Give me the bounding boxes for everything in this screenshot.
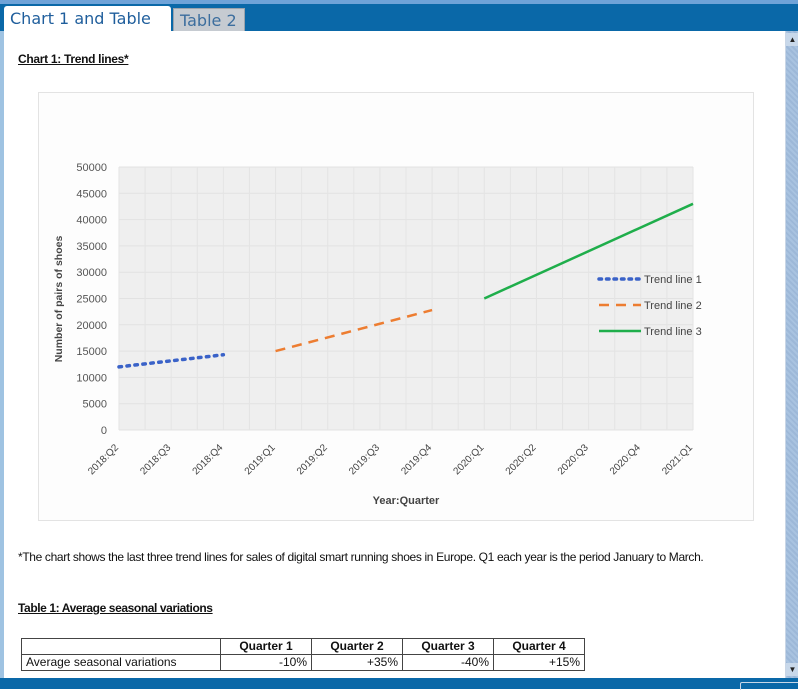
- legend-label-1: Trend line 1: [644, 274, 702, 286]
- x-tick-label: 2020:Q4: [608, 442, 643, 477]
- header-cell-quarter-2: Quarter 2: [311, 638, 403, 655]
- table-row: Average seasonal variations -10% +35% -4…: [21, 654, 585, 671]
- y-tick-label: 0: [101, 425, 107, 437]
- y-tick-label: 45000: [76, 188, 107, 200]
- y-tick-label: 25000: [76, 294, 107, 306]
- legend-label-3: Trend line 3: [644, 326, 702, 338]
- cell-quarter-1: -10%: [220, 654, 312, 671]
- y-tick-label: 30000: [76, 267, 107, 279]
- x-tick-label: 2020:Q2: [504, 442, 539, 477]
- header-cell-quarter-3: Quarter 3: [402, 638, 494, 655]
- cell-quarter-3: -40%: [402, 654, 494, 671]
- x-tick-label: 2019:Q4: [399, 442, 434, 477]
- x-tick-label: 2018:Q4: [191, 442, 226, 477]
- y-tick-label: 10000: [76, 372, 107, 384]
- y-tick-label: 35000: [76, 241, 107, 253]
- legend-label-2: Trend line 2: [644, 300, 702, 312]
- scroll-down-icon[interactable]: ▼: [786, 663, 798, 676]
- scroll-up-icon[interactable]: ▲: [786, 33, 798, 46]
- x-tick-label: 2019:Q1: [243, 442, 278, 477]
- x-tick-label: 2021:Q1: [660, 442, 695, 477]
- x-tick-label: 2019:Q3: [347, 442, 382, 477]
- table-header-row: Quarter 1 Quarter 2 Quarter 3 Quarter 4: [21, 638, 585, 655]
- x-tick-label: 2020:Q3: [556, 442, 591, 477]
- y-tick-label: 15000: [76, 346, 107, 358]
- bottom-bar: [0, 678, 798, 689]
- cell-quarter-2: +35%: [311, 654, 403, 671]
- y-axis-label: Number of pairs of shoes: [53, 236, 65, 363]
- y-tick-label: 40000: [76, 215, 107, 227]
- x-tick-label: 2019:Q2: [295, 442, 330, 477]
- x-tick-label: 2018:Q2: [86, 442, 121, 477]
- row-label: Average seasonal variations: [21, 654, 221, 671]
- y-tick-label: 20000: [76, 320, 107, 332]
- seasonal-variations-table: Quarter 1 Quarter 2 Quarter 3 Quarter 4 …: [21, 638, 585, 671]
- header-cell-quarter-4: Quarter 4: [493, 638, 585, 655]
- vertical-scrollbar[interactable]: ▲ ▼: [785, 31, 798, 678]
- y-tick-label: 5000: [83, 399, 107, 411]
- header-cell-empty: [21, 638, 221, 655]
- x-tick-label: 2020:Q1: [451, 442, 486, 477]
- trend-chart: 0 5000 10000 15000 20000 25000 30000 35000 40000…: [53, 162, 702, 507]
- chart-footnote: *The chart shows the last three trend li…: [18, 550, 704, 564]
- cell-quarter-4: +15%: [493, 654, 585, 671]
- x-tick-label: 2018:Q3: [138, 442, 173, 477]
- y-tick-label: 50000: [76, 162, 107, 174]
- table-heading: Table 1: Average seasonal variations: [18, 601, 213, 615]
- header-cell-quarter-1: Quarter 1: [220, 638, 312, 655]
- x-axis-label: Year:Quarter: [373, 495, 440, 507]
